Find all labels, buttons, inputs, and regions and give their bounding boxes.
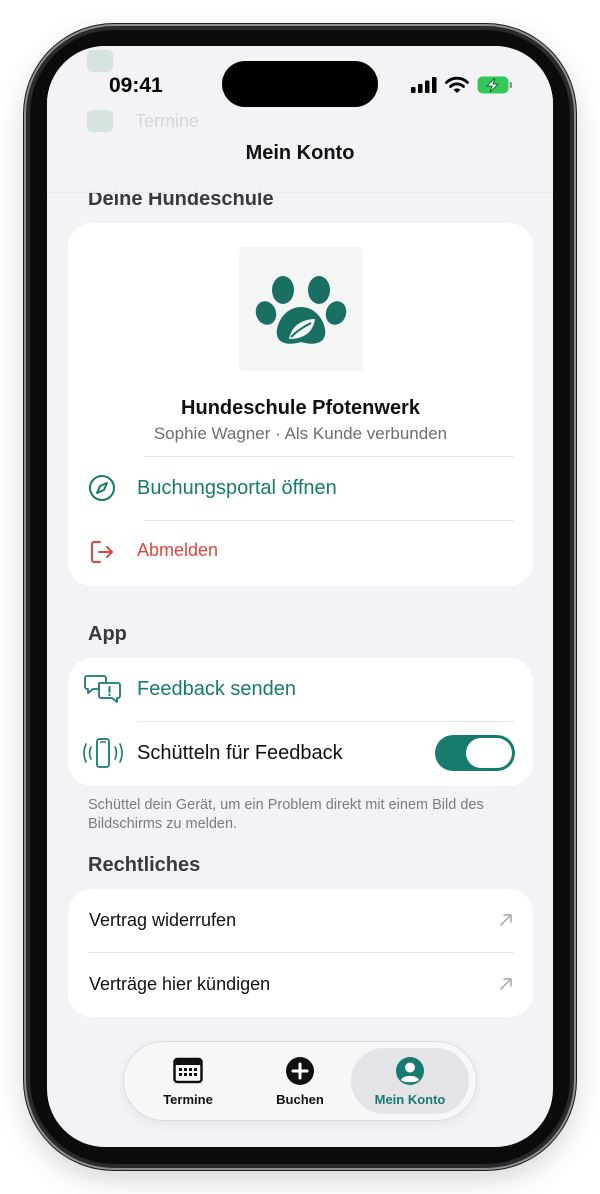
feedback-chat-icon [84,672,122,706]
status-time: 09:41 [109,74,163,97]
wifi-icon [445,76,469,93]
external-arrow-icon [499,913,513,932]
dynamic-island [222,61,378,107]
tab-bar: Termine Buchen Mein Konto [124,1042,476,1120]
section-header-legal: Rechtliches [88,854,201,876]
cancel-contracts-button[interactable]: Verträge hier kündigen [68,953,533,1017]
compass-icon [88,474,116,502]
plus-circle-icon [244,1056,356,1086]
battery-charging-icon [477,76,512,94]
school-subtitle: Sophie Wagner · Als Kunde verbunden [153,424,448,443]
revoke-contract-button[interactable]: Vertrag widerrufen [68,889,533,952]
logout-label: Abmelden [137,540,219,560]
paw-leaf-icon [255,276,347,344]
status-icons [411,76,513,94]
page-title: Mein Konto [245,142,355,164]
person-circle-icon [354,1056,466,1086]
cellular-signal-icon [411,77,437,93]
ghost-icon [87,110,113,132]
revoke-contract-label: Vertrag widerrufen [89,910,237,930]
school-name: Hundeschule Pfotenwerk [181,397,420,419]
logout-icon [88,538,116,566]
section-header-app: App [88,623,127,645]
calendar-icon [132,1056,244,1084]
tab-mein-konto-label: Mein Konto [374,1092,446,1107]
school-card: Hundeschule Pfotenwerk Sophie Wagner · A… [68,223,533,586]
logout-button[interactable]: Abmelden [68,521,533,583]
app-card: Feedback senden Schütteln für Feedback [68,658,533,786]
external-arrow-icon [499,977,513,996]
ghost-text: Termine [135,111,200,131]
send-feedback-button[interactable]: Feedback senden [68,658,533,721]
screen: Deine Hundeschule Hundeschule Pfotenwerk… [47,46,553,1147]
ghost-icon [87,50,113,72]
tab-mein-konto[interactable]: Mein Konto [354,1042,466,1120]
school-logo [239,247,363,371]
shake-feedback-toggle[interactable] [435,735,515,771]
tab-buchen-label: Buchen [276,1092,324,1107]
tab-termine[interactable]: Termine [132,1042,244,1120]
phone-shake-icon [82,737,124,769]
tab-buchen[interactable]: Buchen [244,1042,356,1120]
shake-feedback-label: Schütteln für Feedback [137,742,343,764]
cancel-contracts-label: Verträge hier kündigen [89,974,271,994]
tab-termine-label: Termine [163,1092,213,1107]
shake-feedback-footnote: Schüttel dein Gerät, um ein Problem dire… [88,797,484,832]
shake-feedback-row: Schütteln für Feedback [68,722,533,786]
open-booking-portal-label: Buchungsportal öffnen [137,477,337,499]
open-booking-portal-button[interactable]: Buchungsportal öffnen [68,457,533,519]
send-feedback-label: Feedback senden [137,678,297,700]
toggle-knob [466,738,512,768]
legal-card: Vertrag widerrufen Verträge hier kündige… [68,889,533,1017]
